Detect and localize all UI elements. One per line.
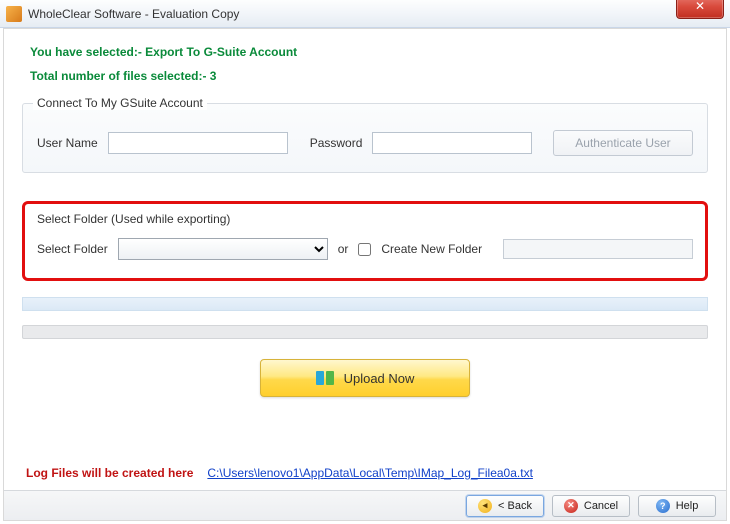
help-button[interactable]: ? Help bbox=[638, 495, 716, 517]
password-input[interactable] bbox=[372, 132, 532, 154]
cancel-icon: ✕ bbox=[564, 499, 578, 513]
close-icon: ✕ bbox=[695, 0, 705, 13]
upload-button[interactable]: Upload Now bbox=[260, 359, 470, 397]
log-label: Log Files will be created here bbox=[26, 466, 193, 480]
upload-label: Upload Now bbox=[344, 371, 415, 386]
select-folder-legend: Select Folder (Used while exporting) bbox=[37, 212, 693, 226]
log-row: Log Files will be created here C:\Users\… bbox=[26, 466, 704, 480]
app-icon bbox=[6, 6, 22, 22]
help-icon: ? bbox=[656, 499, 670, 513]
select-folder-dropdown[interactable] bbox=[118, 238, 328, 260]
create-folder-label: Create New Folder bbox=[381, 242, 482, 256]
footer-bar: ◂ < Back ✕ Cancel ? Help bbox=[4, 490, 726, 520]
authenticate-button[interactable]: Authenticate User bbox=[553, 130, 693, 156]
window-title: WholeClear Software - Evaluation Copy bbox=[28, 7, 730, 21]
create-folder-checkbox[interactable] bbox=[358, 243, 371, 256]
connect-legend: Connect To My GSuite Account bbox=[33, 96, 207, 110]
progress-bar bbox=[22, 325, 708, 339]
new-folder-input[interactable] bbox=[503, 239, 693, 259]
select-folder-label: Select Folder bbox=[37, 242, 108, 256]
back-label: < Back bbox=[498, 500, 532, 512]
status-bar bbox=[22, 297, 708, 311]
cancel-label: Cancel bbox=[584, 500, 618, 512]
connect-groupbox: Connect To My GSuite Account User Name P… bbox=[22, 103, 708, 173]
select-folder-group: Select Folder (Used while exporting) Sel… bbox=[22, 201, 708, 281]
title-bar: WholeClear Software - Evaluation Copy ✕ bbox=[0, 0, 730, 28]
username-label: User Name bbox=[37, 136, 98, 150]
back-button[interactable]: ◂ < Back bbox=[466, 495, 544, 517]
help-label: Help bbox=[676, 500, 699, 512]
log-path-link[interactable]: C:\Users\lenovo1\AppData\Local\Temp\IMap… bbox=[207, 466, 533, 480]
cancel-button[interactable]: ✕ Cancel bbox=[552, 495, 630, 517]
client-area: You have selected:- Export To G-Suite Ac… bbox=[3, 28, 727, 521]
authenticate-label: Authenticate User bbox=[575, 136, 670, 150]
summary-selected: You have selected:- Export To G-Suite Ac… bbox=[30, 45, 708, 59]
username-input[interactable] bbox=[108, 132, 288, 154]
summary-total: Total number of files selected:- 3 bbox=[30, 69, 708, 83]
or-label: or bbox=[338, 242, 349, 256]
password-label: Password bbox=[310, 136, 363, 150]
upload-icon bbox=[316, 369, 334, 387]
close-button[interactable]: ✕ bbox=[676, 0, 724, 19]
back-icon: ◂ bbox=[478, 499, 492, 513]
